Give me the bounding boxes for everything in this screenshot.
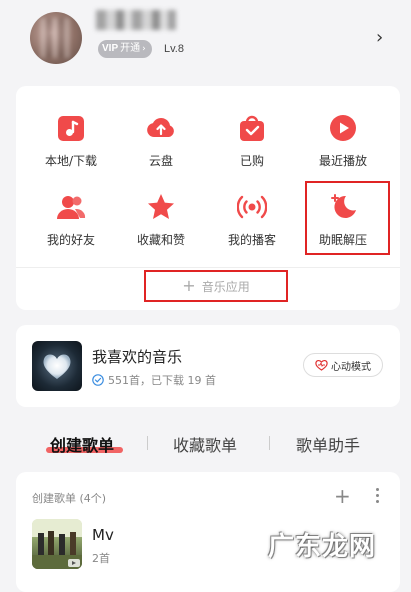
plus-icon: + [182,276,196,295]
tab-collected-playlists[interactable]: 收藏歌单 [173,432,237,456]
grid-item-favorites[interactable]: 收藏和赞 [116,192,206,262]
grid-item-friends[interactable]: 我的好友 [26,192,116,262]
favorite-music-title: 我喜欢的音乐 [92,348,183,366]
purchased-bag-icon [240,115,264,141]
playlist-cover [32,519,82,569]
grid-item-podcast[interactable]: 我的播客 [207,192,297,262]
chevron-right-small-icon: › [142,44,146,54]
grid-item-cloud[interactable]: 云盘 [116,113,206,183]
grid-item-local-download[interactable]: 本地/下载 [26,113,116,183]
playlist-track-count: 2首 [92,552,110,565]
heartbeat-mode-label: 心动模式 [331,361,371,373]
heartbeat-mode-button[interactable]: 心动模式 [303,353,383,377]
friends-icon [57,196,86,219]
tab-playlist-assistant[interactable]: 歌单助手 [296,432,360,456]
vip-badge-label: 开通 [120,43,141,54]
username-blurred [96,10,176,30]
chevron-right-icon[interactable]: › [376,29,390,47]
grid-item-label: 最近播放 [318,154,367,168]
grid-item-label: 本地/下载 [44,154,98,168]
grid-item-label: 云盘 [148,154,173,168]
divider [16,267,400,268]
grid-item-label: 我的播客 [227,233,276,247]
watermark-text: 广东龙网 [268,532,377,562]
heart-cover-icon [43,354,71,379]
annotation-highlight-sleep [305,181,390,255]
playlist-name[interactable]: Mv [92,526,114,544]
vip-badge[interactable]: VIP 开通 › [98,40,152,58]
grid-item-label: 已购 [239,154,264,168]
tab-created-playlists[interactable]: 创建歌单 [50,432,114,456]
add-playlist-icon[interactable]: + [334,486,351,506]
tab-separator [147,436,148,450]
grid-item-recent-play[interactable]: 最近播放 [298,113,388,183]
local-download-icon [58,116,84,141]
heart-pulse-icon [315,359,328,371]
playlist-cover-image [32,519,82,569]
grid-item-purchased[interactable]: 已购 [207,113,297,183]
cloud-upload-icon [147,117,174,137]
verified-check-icon [92,374,104,386]
grid-item-label: 我的好友 [46,233,95,247]
star-icon [148,194,174,219]
created-playlists-header: 创建歌单 (4个) [32,492,107,505]
recent-play-icon [330,115,356,141]
level-label: Lv.8 [164,43,184,55]
favorite-music-cover [32,341,82,391]
avatar[interactable] [30,12,82,64]
podcast-icon [237,195,267,219]
more-options-icon[interactable] [375,488,381,506]
favorite-music-stats-text: 551首，已下载 19 首 [108,374,216,387]
vip-badge-mark: VIP [102,43,119,54]
tab-separator [269,436,270,450]
add-music-app-button[interactable]: + 音乐应用 [144,270,288,302]
add-music-app-label: 音乐应用 [201,279,250,294]
favorite-music-stats: 551首，已下载 19 首 [92,372,216,388]
grid-item-label: 收藏和赞 [136,233,185,247]
